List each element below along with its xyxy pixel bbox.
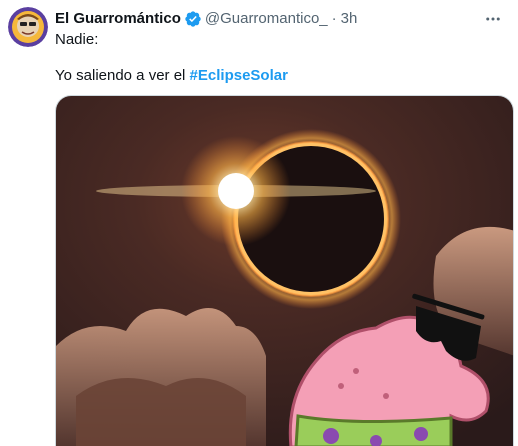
eclipse-meme-image [56, 96, 513, 446]
author-handle[interactable]: @Guarromantico_ [205, 9, 328, 29]
verified-badge-icon[interactable] [184, 10, 202, 28]
more-options-icon[interactable] [482, 8, 504, 30]
tweet-text-line-1: Nadie: [55, 31, 99, 48]
author-avatar[interactable] [8, 7, 48, 47]
hashtag-link[interactable]: #EclipseSolar [190, 67, 288, 84]
header-separator: · [331, 10, 337, 27]
avatar-image [8, 7, 48, 47]
tweet-card[interactable]: El Guarromántico @Guarromantico_ · 3h Na… [0, 0, 518, 446]
author-display-name[interactable]: El Guarromántico [55, 9, 181, 29]
tweet-text-prefix: Yo saliendo a ver el [55, 67, 190, 84]
tweet-timestamp[interactable]: 3h [341, 9, 358, 29]
tweet-media-image[interactable] [55, 95, 514, 446]
tweet-header: El Guarromántico @Guarromantico_ · 3h [55, 9, 508, 29]
tweet-text-line-2: Yo saliendo a ver el #EclipseSolar [55, 66, 288, 86]
